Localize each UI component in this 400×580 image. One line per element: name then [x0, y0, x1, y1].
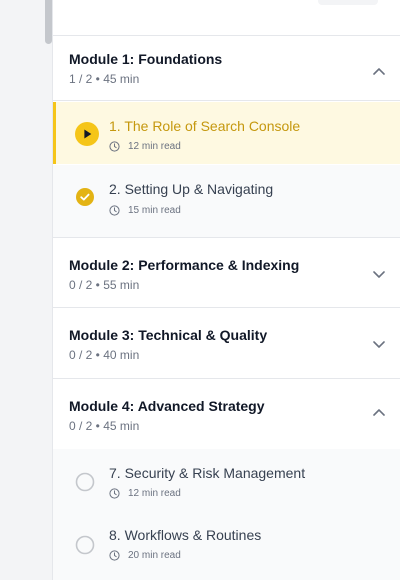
read-time-text: 15 min read — [128, 205, 181, 216]
lesson-title: 2. Setting Up & Navigating — [109, 181, 274, 197]
lesson-read-time: 12 min read — [109, 141, 181, 152]
lesson-title: 8. Workflows & Routines — [109, 527, 262, 543]
lesson-title: 7. Security & Risk Management — [109, 465, 306, 481]
left-rail — [0, 0, 52, 580]
lesson-item-8[interactable]: 8. Workflows & Routines 20 min read — [53, 514, 400, 580]
chevron-down-icon[interactable] — [371, 336, 387, 352]
clock-icon — [109, 488, 120, 499]
scrollbar-thumb[interactable] — [45, 0, 52, 44]
lesson-item-7[interactable]: 7. Security & Risk Management 12 min rea… — [53, 449, 400, 514]
module-3-header[interactable]: Module 3: Technical & Quality 0 / 2 • 40… — [53, 308, 400, 379]
module-1-header[interactable]: Module 1: Foundations 1 / 2 • 45 min — [53, 36, 400, 101]
read-time-text: 12 min read — [128, 141, 181, 152]
clock-icon — [109, 205, 120, 216]
module-title: Module 4: Advanced Strategy — [69, 398, 265, 414]
module-meta: 0 / 2 • 45 min — [69, 419, 140, 433]
module-meta: 1 / 2 • 45 min — [69, 72, 140, 86]
lesson-read-time: 20 min read — [109, 550, 181, 561]
header-button-edge[interactable] — [318, 0, 378, 5]
module-meta: 0 / 2 • 40 min — [69, 348, 140, 362]
play-icon — [75, 122, 99, 146]
module-meta: 0 / 2 • 55 min — [69, 278, 140, 292]
chevron-down-icon[interactable] — [371, 266, 387, 282]
module-2-header[interactable]: Module 2: Performance & Indexing 0 / 2 •… — [53, 237, 400, 308]
module-title: Module 3: Technical & Quality — [69, 327, 268, 343]
lesson-item-2[interactable]: 2. Setting Up & Navigating 15 min read — [53, 165, 400, 237]
read-time-text: 20 min read — [128, 550, 181, 561]
lesson-read-time: 12 min read — [109, 488, 181, 499]
module-title: Module 2: Performance & Indexing — [69, 257, 300, 273]
course-outline-panel: Module 1: Foundations 1 / 2 • 45 min 1. … — [53, 0, 400, 580]
clock-icon — [109, 550, 120, 561]
lesson-item-1[interactable]: 1. The Role of Search Console 12 min rea… — [53, 102, 400, 164]
chevron-up-icon[interactable] — [371, 64, 387, 80]
module-4-header[interactable]: Module 4: Advanced Strategy 0 / 2 • 45 m… — [53, 379, 400, 449]
module-title: Module 1: Foundations — [69, 51, 223, 67]
read-time-text: 12 min read — [128, 488, 181, 499]
empty-circle-icon — [75, 535, 95, 555]
panel-header-strip — [53, 0, 400, 36]
clock-icon — [109, 141, 120, 152]
check-icon — [76, 188, 94, 206]
lesson-title: 1. The Role of Search Console — [109, 118, 301, 134]
empty-circle-icon — [75, 472, 95, 492]
lesson-read-time: 15 min read — [109, 205, 181, 216]
chevron-up-icon[interactable] — [371, 405, 387, 421]
